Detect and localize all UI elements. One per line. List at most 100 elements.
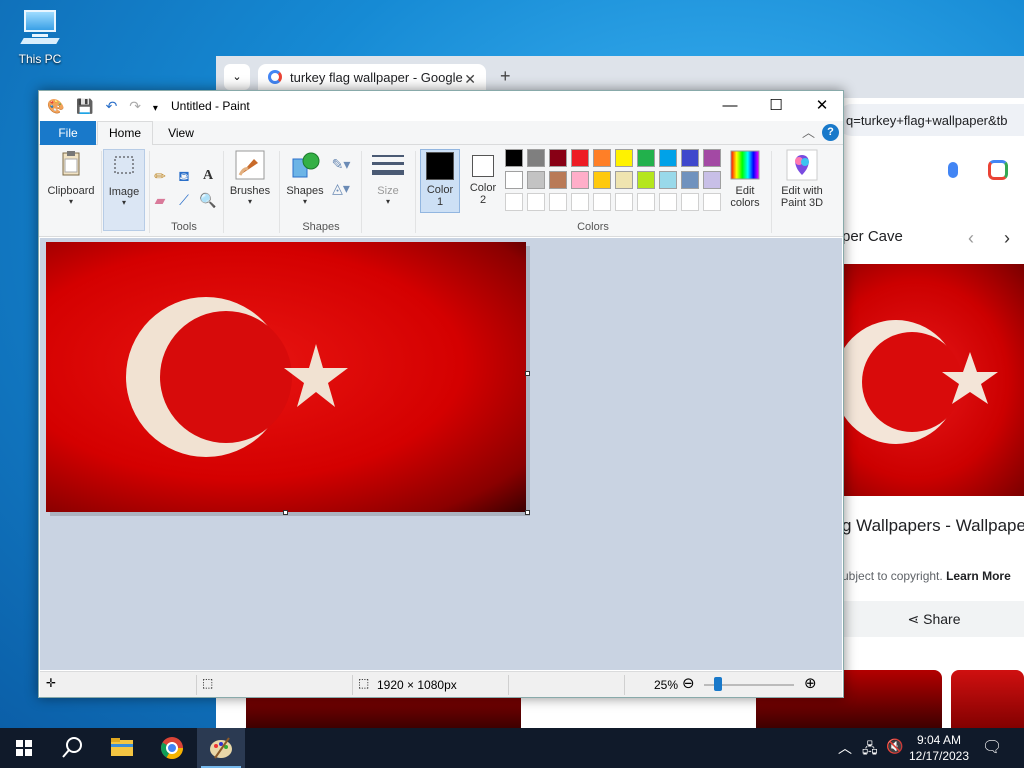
- result-thumbnail[interactable]: [951, 670, 1024, 730]
- color-swatch[interactable]: [571, 193, 589, 211]
- learn-more-link[interactable]: Learn More: [946, 569, 1011, 583]
- clipboard-button[interactable]: Clipboard ▾: [45, 149, 97, 206]
- edit-with-paint3d-button[interactable]: Edit with Paint 3D: [777, 149, 827, 209]
- zoom-in-icon[interactable]: ⊕: [804, 674, 817, 692]
- resize-handle-bottom[interactable]: [283, 510, 288, 515]
- new-tab-button[interactable]: +: [500, 66, 511, 87]
- image-button[interactable]: Image ▾: [103, 149, 145, 231]
- customize-qat-icon[interactable]: ▾: [153, 103, 158, 114]
- show-hidden-icons[interactable]: ︿: [838, 738, 852, 768]
- color-swatch[interactable]: [637, 149, 655, 167]
- search-box[interactable]: [836, 156, 1024, 192]
- color-swatch[interactable]: [703, 149, 721, 167]
- google-lens-icon[interactable]: [988, 160, 1008, 180]
- previous-arrow-icon[interactable]: ‹: [968, 228, 974, 248]
- color-spectrum-icon: [729, 149, 761, 181]
- zoom-out-icon[interactable]: ⊖: [682, 674, 695, 692]
- color-swatch[interactable]: [615, 193, 633, 211]
- resize-handle-right[interactable]: [525, 371, 530, 376]
- resize-handle-corner[interactable]: [525, 510, 530, 515]
- color-swatch[interactable]: [527, 193, 545, 211]
- color-swatch[interactable]: [549, 171, 567, 189]
- result-title[interactable]: g Wallpapers - Wallpape: [842, 516, 1024, 536]
- color-swatch[interactable]: [703, 193, 721, 211]
- color-swatch[interactable]: [593, 193, 611, 211]
- color-swatch[interactable]: [681, 171, 699, 189]
- color-swatch[interactable]: [637, 193, 655, 211]
- shapes-button[interactable]: Shapes ▾: [283, 149, 327, 206]
- zoom-slider-thumb[interactable]: [714, 677, 722, 691]
- color-swatch[interactable]: [681, 149, 699, 167]
- fill-icon[interactable]: ⛾: [175, 167, 193, 185]
- result-site-name[interactable]: per Cave: [842, 228, 903, 245]
- pencil-icon[interactable]: ✏: [151, 167, 169, 185]
- copyright-text: ubject to copyright.: [842, 569, 943, 583]
- tab-view[interactable]: View: [159, 121, 203, 145]
- color-swatch[interactable]: [703, 171, 721, 189]
- collapse-ribbon-icon[interactable]: ︿: [802, 122, 815, 141]
- share-button[interactable]: ⋖ Share: [844, 601, 1024, 637]
- color2-label: Color: [469, 182, 497, 194]
- maximize-button[interactable]: ☐: [753, 91, 799, 121]
- color-swatch[interactable]: [505, 193, 523, 211]
- color-swatch[interactable]: [549, 193, 567, 211]
- notifications-icon[interactable]: 🗨: [982, 737, 1002, 768]
- canvas-image[interactable]: [46, 242, 526, 512]
- save-icon[interactable]: 💾: [76, 98, 93, 114]
- brushes-button[interactable]: Brushes ▾: [225, 149, 275, 206]
- color-swatch[interactable]: [571, 171, 589, 189]
- text-icon[interactable]: A: [199, 167, 217, 185]
- close-tab-icon[interactable]: ✕: [464, 71, 476, 88]
- clock[interactable]: 9:04 AM 12/17/2023: [904, 732, 974, 764]
- paint3d-label-1: Edit with: [781, 185, 823, 197]
- edit-colors-button[interactable]: Edit colors: [725, 149, 765, 209]
- network-icon[interactable]: 🖧: [862, 738, 878, 768]
- desktop-icon-label: This PC: [18, 52, 62, 66]
- this-pc-desktop-icon[interactable]: This PC: [12, 8, 68, 66]
- undo-icon[interactable]: ↶: [106, 98, 118, 114]
- paint-app-icon[interactable]: 🎨: [47, 98, 64, 114]
- search-button[interactable]: [48, 728, 96, 768]
- color-swatch[interactable]: [527, 149, 545, 167]
- color-swatch[interactable]: [659, 149, 677, 167]
- magnifier-icon[interactable]: 🔍: [199, 191, 217, 209]
- eraser-icon[interactable]: ▰: [151, 191, 169, 209]
- tab-search-button[interactable]: ⌄: [224, 64, 250, 90]
- redo-icon[interactable]: ↷: [129, 98, 141, 114]
- minimize-button[interactable]: —: [707, 91, 753, 121]
- color-swatch[interactable]: [549, 149, 567, 167]
- tab-home[interactable]: Home: [97, 121, 153, 146]
- color-swatch[interactable]: [593, 171, 611, 189]
- microphone-icon[interactable]: [948, 162, 958, 178]
- color2-button[interactable]: Color 2: [463, 149, 503, 213]
- color-picker-icon[interactable]: ⟋: [175, 191, 193, 209]
- chrome-button[interactable]: [148, 728, 196, 768]
- color-swatch[interactable]: [505, 171, 523, 189]
- color1-button[interactable]: Color 1: [420, 149, 460, 213]
- color-swatch[interactable]: [615, 171, 633, 189]
- tab-file[interactable]: File: [40, 121, 96, 145]
- color-swatch[interactable]: [615, 149, 633, 167]
- color-swatch[interactable]: [659, 171, 677, 189]
- color-swatch[interactable]: [637, 171, 655, 189]
- outline-icon[interactable]: ✎▾: [329, 155, 353, 173]
- paint-taskbar-button[interactable]: [197, 728, 245, 768]
- result-preview-image[interactable]: [844, 264, 1024, 496]
- color-swatch[interactable]: [593, 149, 611, 167]
- color-swatch[interactable]: [659, 193, 677, 211]
- start-button[interactable]: [0, 728, 48, 768]
- fill-shape-icon[interactable]: ◬▾: [329, 179, 353, 197]
- help-icon[interactable]: ?: [822, 124, 839, 141]
- file-explorer-button[interactable]: [98, 728, 146, 768]
- color-swatch[interactable]: [505, 149, 523, 167]
- color-swatch[interactable]: [681, 193, 699, 211]
- size-button[interactable]: Size ▾: [365, 149, 411, 206]
- address-bar[interactable]: q=turkey+flag+wallpaper&tb: [836, 104, 1024, 136]
- chevron-down-icon: ▾: [68, 197, 73, 206]
- volume-muted-icon[interactable]: 🔇: [886, 738, 903, 768]
- close-button[interactable]: ✕: [799, 91, 845, 121]
- canvas-workspace[interactable]: [40, 238, 842, 670]
- color-swatch[interactable]: [527, 171, 545, 189]
- color-swatch[interactable]: [571, 149, 589, 167]
- next-arrow-icon[interactable]: ›: [1004, 228, 1010, 248]
